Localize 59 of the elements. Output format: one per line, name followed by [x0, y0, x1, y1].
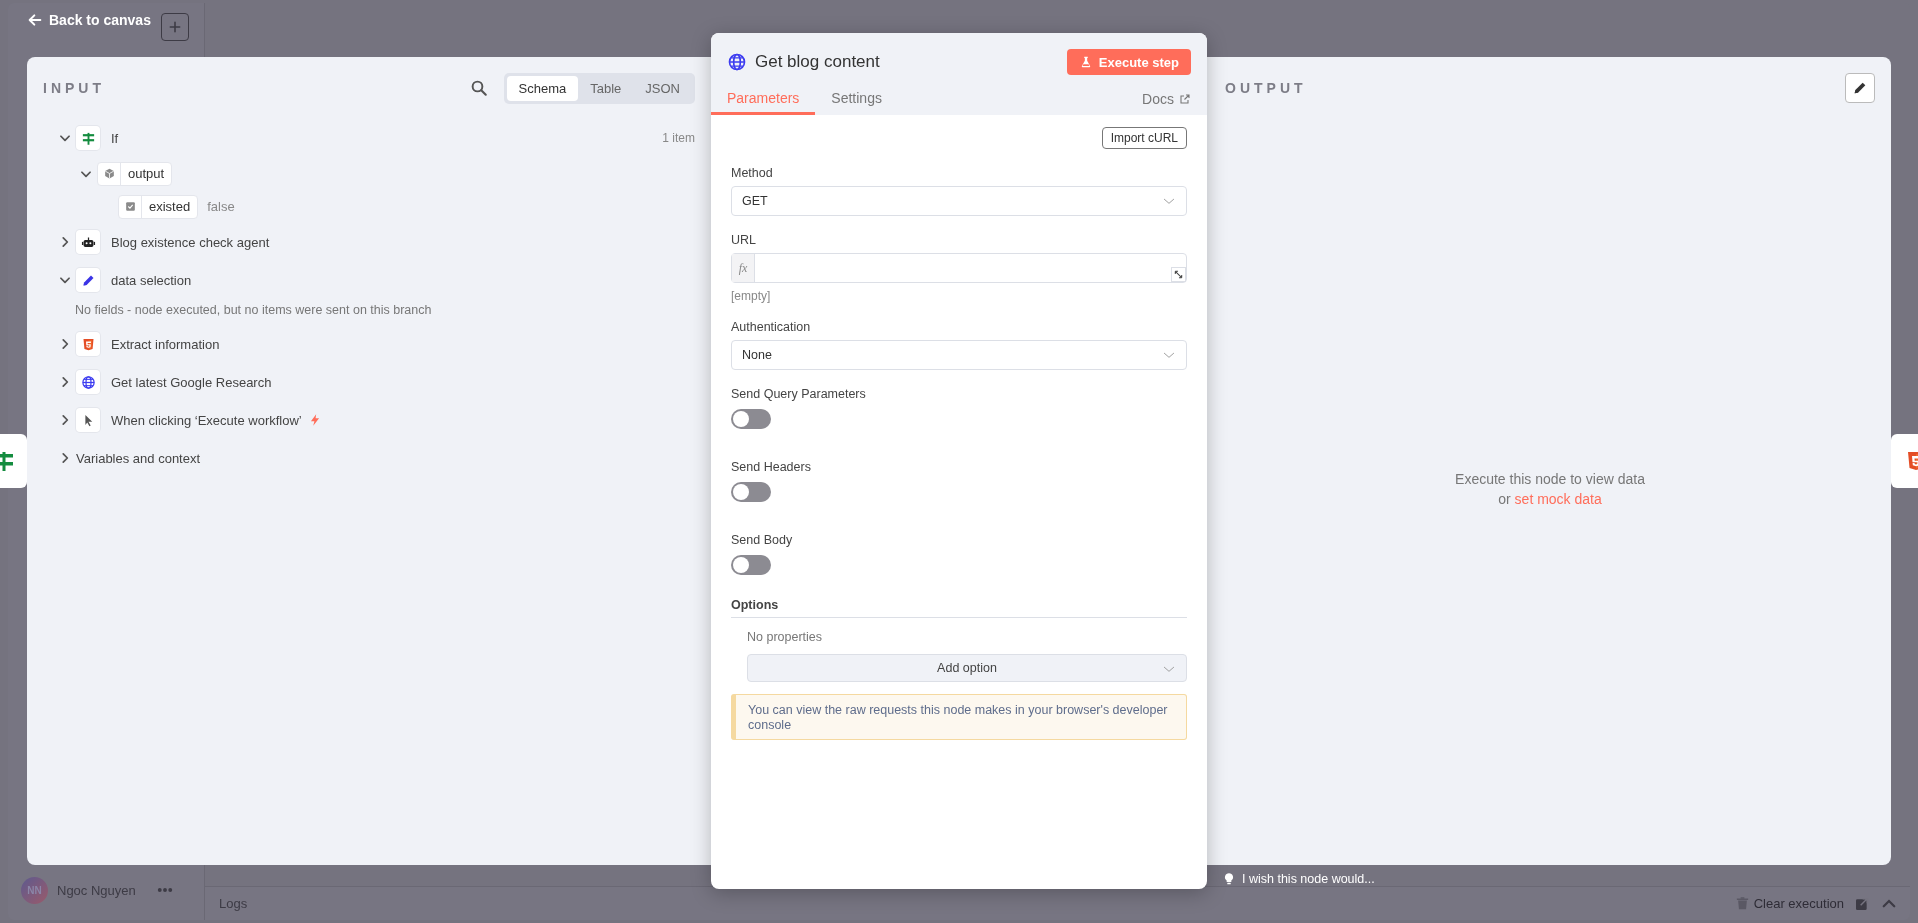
- or-text: or: [1498, 491, 1512, 507]
- view-tab[interactable]: Table: [578, 75, 634, 101]
- field-label: Send Headers: [731, 460, 812, 474]
- import-curl-button[interactable]: Import cURL: [1101, 127, 1187, 149]
- panel-title: INPUT: [43, 80, 105, 96]
- feedback-button[interactable]: I wish this node would...: [1222, 872, 1375, 886]
- node-label: When clicking ‘Execute workflow’: [111, 412, 302, 428]
- node-label: Extract information: [111, 336, 220, 352]
- tab[interactable]: Parameters: [711, 90, 816, 115]
- search-icon[interactable]: [469, 79, 488, 97]
- mock-data-link[interactable]: set mock data: [1514, 491, 1602, 507]
- field-label: Method: [731, 166, 774, 180]
- select-field[interactable]: None: [731, 340, 1187, 370]
- toggle-switch[interactable]: [731, 409, 771, 429]
- field-chip: output: [97, 161, 173, 186]
- empty-message: Execute this node to view data: [1454, 470, 1646, 489]
- toggle-switch[interactable]: [731, 482, 771, 502]
- globe-icon: [727, 52, 747, 72]
- field-label: Send Query Parameters: [731, 387, 867, 401]
- edit-button[interactable]: [1845, 73, 1875, 103]
- docs-link[interactable]: Docs: [1142, 91, 1191, 115]
- node-label: If: [111, 130, 119, 146]
- tab[interactable]: Settings: [815, 90, 898, 115]
- section-title: Options: [731, 598, 1187, 618]
- cube-icon: [102, 167, 116, 180]
- field-hint: [empty]: [731, 289, 772, 303]
- node-label: data selection: [111, 272, 192, 288]
- empty-message: No properties: [747, 630, 824, 644]
- info-notice: You can view the raw requests this node makes in your browser's developer console: [731, 694, 1187, 740]
- lightbulb-icon: [1222, 872, 1236, 886]
- field-chip: existed: [118, 194, 199, 219]
- toggle-switch[interactable]: [731, 555, 771, 575]
- checkbox-icon: [123, 200, 137, 213]
- field-label: Authentication: [731, 320, 812, 334]
- view-tab[interactable]: JSON: [633, 75, 692, 101]
- pencil-icon: [1852, 80, 1868, 96]
- url-input-field[interactable]: fx: [731, 253, 1187, 283]
- item-count: 1 item: [662, 131, 695, 145]
- select-field[interactable]: GET: [731, 186, 1187, 216]
- field-label: Send Body: [731, 533, 794, 547]
- view-tab[interactable]: Schema: [506, 75, 579, 101]
- empty-message: No fields - node executed, but no items were sent on this branch: [74, 302, 433, 319]
- trash-icon: [1734, 896, 1750, 911]
- expand-icon[interactable]: [1173, 269, 1184, 280]
- field-value: false: [207, 199, 235, 214]
- logs-title: Logs: [219, 896, 248, 911]
- node-label: Blog existence check agent: [111, 234, 270, 250]
- clear-execution-button[interactable]: Clear execution: [1734, 896, 1844, 911]
- user-name: Ngoc Nguyen: [57, 882, 136, 898]
- execute-step-button[interactable]: Execute step: [1066, 49, 1191, 75]
- arrow-left-icon: [27, 12, 43, 28]
- field-label: URL: [731, 233, 757, 247]
- node-label: Get latest Google Research: [111, 374, 272, 390]
- back-to-canvas-button[interactable]: Back to canvas: [27, 12, 151, 28]
- add-option-dropdown[interactable]: Add option: [747, 654, 1187, 682]
- section-label: Variables and context: [76, 450, 201, 466]
- node-title: Get blog content: [755, 52, 880, 72]
- external-link-icon: [1179, 93, 1191, 105]
- panel-title: OUTPUT: [1225, 80, 1307, 96]
